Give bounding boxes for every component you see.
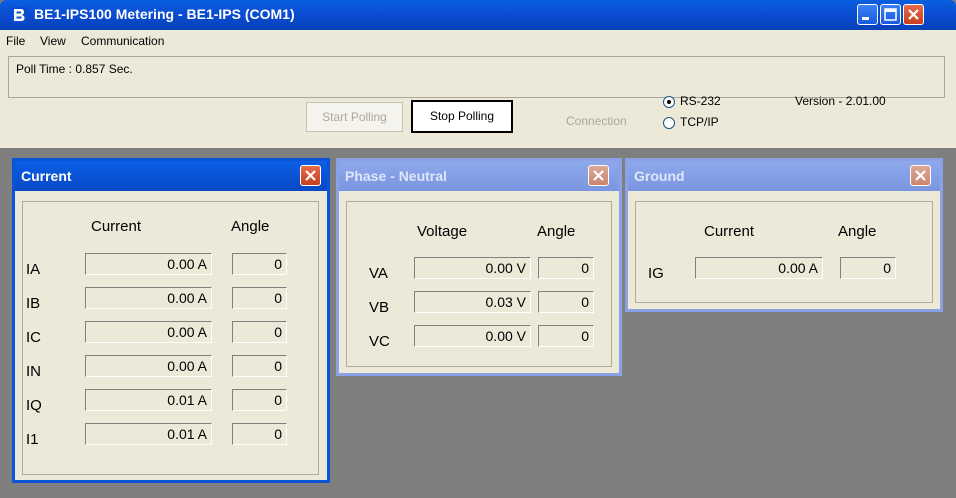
- row-label-ic: IC: [26, 329, 41, 346]
- i1-angle-field: 0: [232, 423, 287, 445]
- row-label-i1: I1: [26, 431, 39, 448]
- va-value-field: 0.00 V: [414, 257, 531, 279]
- phase-neutral-panel-close-button[interactable]: [588, 165, 609, 186]
- vb-value-field: 0.03 V: [414, 291, 531, 313]
- poll-time-label: Poll Time : 0.857 Sec.: [16, 62, 133, 76]
- iq-value-field: 0.01 A: [85, 389, 212, 411]
- minimize-button[interactable]: [857, 4, 878, 25]
- ib-value-field: 0.00 A: [85, 287, 212, 309]
- current-panel-titlebar[interactable]: Current: [15, 161, 327, 191]
- ia-value-field: 0.00 A: [85, 253, 212, 275]
- angle-column-header: Angle: [537, 223, 576, 240]
- close-icon: [593, 170, 604, 181]
- ground-panel-titlebar[interactable]: Ground: [628, 161, 940, 191]
- row-label-ia: IA: [26, 261, 41, 278]
- ig-angle-field: 0: [840, 257, 896, 279]
- stop-polling-button[interactable]: Stop Polling: [411, 100, 513, 133]
- minimize-icon: [862, 17, 869, 20]
- menu-view[interactable]: View: [40, 34, 66, 48]
- maximize-icon: [884, 8, 897, 21]
- ia-angle-field: 0: [232, 253, 287, 275]
- ground-angle-column-header: Angle: [838, 223, 877, 240]
- va-angle-field: 0: [538, 257, 594, 279]
- row-label-in: IN: [26, 363, 41, 380]
- maximize-button[interactable]: [880, 4, 901, 25]
- i1-value-field: 0.01 A: [85, 423, 212, 445]
- tcpip-radio[interactable]: [663, 117, 675, 129]
- toolbar-frame: [8, 56, 945, 98]
- in-angle-field: 0: [232, 355, 287, 377]
- vb-angle-field: 0: [538, 291, 594, 313]
- b-logo-icon: [11, 7, 27, 23]
- menu-communication[interactable]: Communication: [81, 34, 164, 48]
- ib-angle-field: 0: [232, 287, 287, 309]
- vc-angle-field: 0: [538, 325, 594, 347]
- close-icon: [915, 170, 926, 181]
- current-column-header: Current: [91, 218, 142, 235]
- tcpip-label[interactable]: TCP/IP: [680, 115, 719, 129]
- ground-panel-title: Ground: [634, 168, 685, 184]
- ground-panel-close-button[interactable]: [910, 165, 931, 186]
- menu-bar: File View Communication: [0, 30, 956, 53]
- phase-neutral-panel[interactable]: Phase - Neutral Voltage Angle VA 0.00 V …: [336, 158, 622, 376]
- version-label: Version - 2.01.00: [795, 94, 886, 108]
- row-label-iq: IQ: [26, 397, 42, 414]
- title-bar[interactable]: BE1-IPS100 Metering - BE1-IPS (COM1): [0, 0, 956, 30]
- current-panel-close-button[interactable]: [300, 165, 321, 186]
- ground-current-column-header: Current: [704, 223, 755, 240]
- ground-panel[interactable]: Ground Current Angle IG 0.00 A 0: [625, 158, 943, 312]
- window-title: BE1-IPS100 Metering - BE1-IPS (COM1): [34, 6, 295, 22]
- status-toolbar: Poll Time : 0.857 Sec. Start Polling Sto…: [0, 52, 956, 148]
- phase-neutral-panel-title: Phase - Neutral: [345, 168, 447, 184]
- close-icon: [908, 9, 919, 20]
- current-panel-title: Current: [21, 168, 72, 184]
- voltage-column-header: Voltage: [417, 223, 468, 240]
- in-value-field: 0.00 A: [85, 355, 212, 377]
- menu-file[interactable]: File: [6, 34, 25, 48]
- rs232-label[interactable]: RS-232: [680, 94, 721, 108]
- connection-label: Connection: [566, 114, 627, 128]
- row-label-ig: IG: [648, 265, 664, 282]
- iq-angle-field: 0: [232, 389, 287, 411]
- rs232-radio[interactable]: [663, 96, 675, 108]
- row-label-ib: IB: [26, 295, 41, 312]
- angle-column-header: Angle: [231, 218, 270, 235]
- phase-neutral-panel-titlebar[interactable]: Phase - Neutral: [339, 161, 619, 191]
- ig-value-field: 0.00 A: [695, 257, 823, 279]
- ground-group: [635, 201, 933, 303]
- vc-value-field: 0.00 V: [414, 325, 531, 347]
- start-polling-button[interactable]: Start Polling: [306, 102, 403, 132]
- row-label-va: VA: [369, 265, 388, 282]
- current-panel[interactable]: Current Current Angle IA 0.00 A 0 IB 0.0…: [12, 158, 330, 483]
- ic-value-field: 0.00 A: [85, 321, 212, 343]
- close-icon: [305, 170, 316, 181]
- ic-angle-field: 0: [232, 321, 287, 343]
- close-button[interactable]: [903, 4, 924, 25]
- row-label-vb: VB: [369, 299, 390, 316]
- row-label-vc: VC: [369, 333, 390, 350]
- main-window: BE1-IPS100 Metering - BE1-IPS (COM1) Fil…: [0, 0, 956, 498]
